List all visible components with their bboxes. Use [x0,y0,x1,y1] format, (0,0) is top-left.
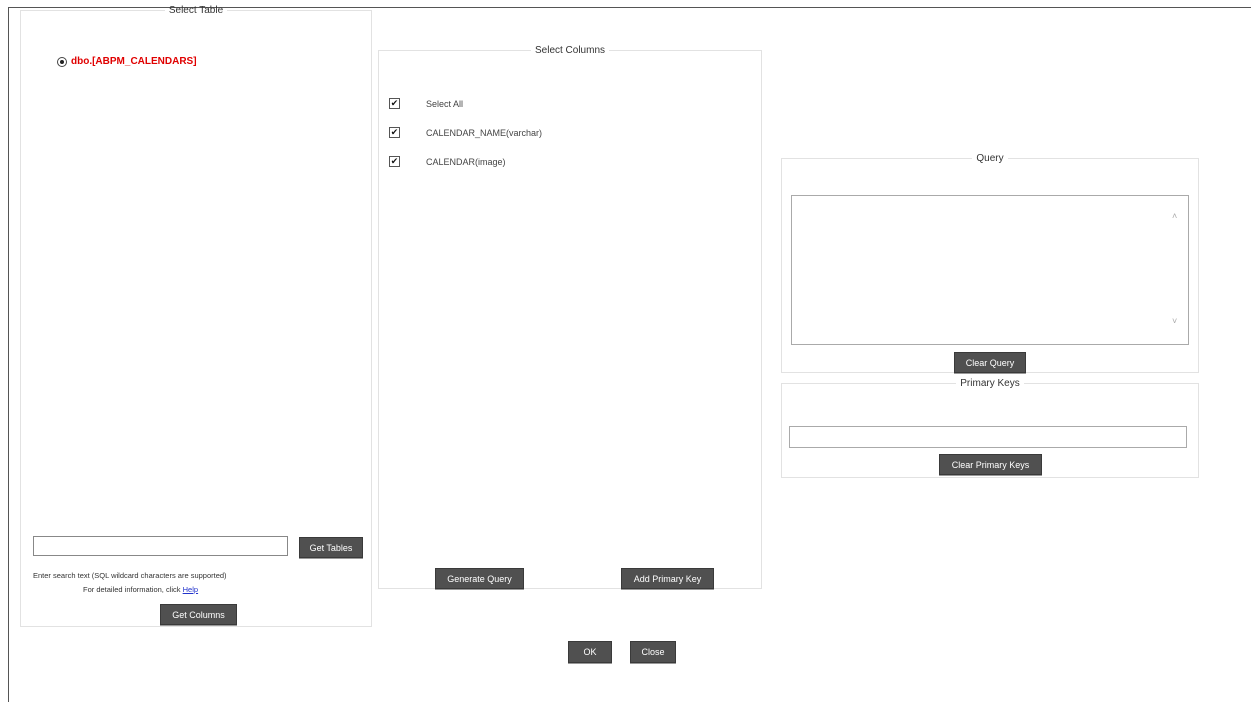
query-panel: Query ˄ ˅ Clear Query [781,153,1199,373]
query-textarea[interactable] [791,195,1189,345]
select-columns-panel: Select Columns ✔ Select All ✔ CALENDAR_N… [378,45,762,589]
column-row[interactable]: ✔ CALENDAR(image) [389,156,506,167]
column-row[interactable]: ✔ CALENDAR_NAME(varchar) [389,127,542,138]
select-table-legend: Select Table [168,5,224,16]
column-checkbox[interactable]: ✔ [389,156,400,167]
primary-keys-panel: Primary Keys Clear Primary Keys [781,378,1199,478]
table-option[interactable]: dbo.[ABPM_CALENDARS] [57,56,197,67]
help-hint-text: For detailed information, click [83,585,181,594]
generate-query-button[interactable]: Generate Query [435,568,524,589]
column-label: CALENDAR(image) [426,156,506,167]
get-tables-button[interactable]: Get Tables [299,537,363,558]
select-all-checkbox[interactable]: ✔ [389,98,400,109]
table-radio[interactable] [57,56,67,67]
help-link[interactable]: Help [183,585,198,594]
close-button[interactable]: Close [630,641,676,663]
column-checkbox[interactable]: ✔ [389,127,400,138]
column-row-select-all[interactable]: ✔ Select All [389,98,463,109]
clear-primary-keys-button[interactable]: Clear Primary Keys [939,454,1042,475]
column-label: CALENDAR_NAME(varchar) [426,127,543,138]
scroll-down-icon[interactable]: ˅ [1172,316,1192,360]
help-hint: For detailed information, click Help [83,585,198,594]
select-table-panel: Select Table dbo.[ABPM_CALENDARS] Get Ta… [20,5,372,627]
dialog-left-border [8,7,9,702]
query-legend: Query [976,153,1004,164]
clear-query-button[interactable]: Clear Query [954,352,1026,373]
select-columns-legend: Select Columns [534,45,606,56]
get-columns-button[interactable]: Get Columns [160,604,237,625]
table-search-input[interactable] [33,536,288,556]
table-option-label[interactable]: dbo.[ABPM_CALENDARS] [71,56,197,67]
primary-keys-input[interactable] [789,426,1187,448]
primary-keys-legend: Primary Keys [960,378,1020,389]
scroll-up-icon[interactable]: ˄ [1172,211,1192,221]
search-hint: Enter search text (SQL wildcard characte… [33,571,227,580]
ok-button[interactable]: OK [568,641,612,663]
column-label: Select All [426,98,464,109]
add-primary-key-button[interactable]: Add Primary Key [621,568,714,589]
